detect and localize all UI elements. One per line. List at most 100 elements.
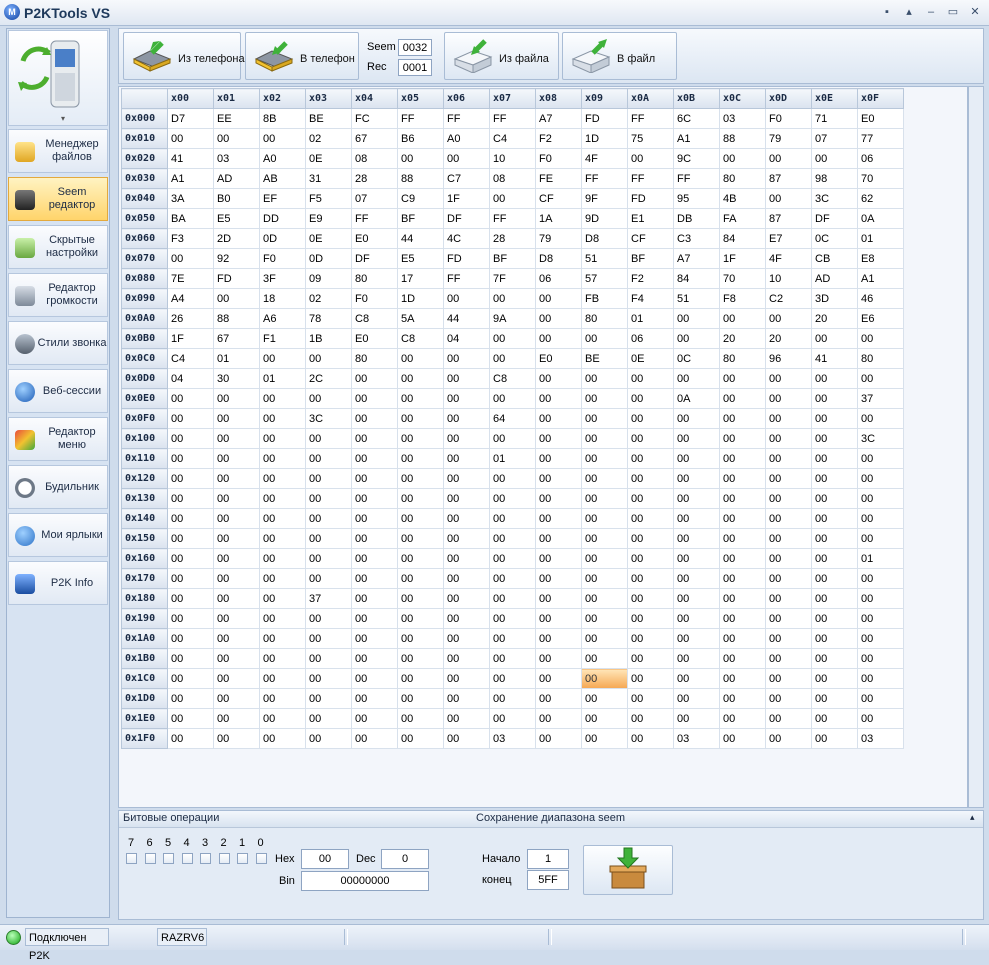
- column-header[interactable]: x02: [259, 88, 306, 109]
- hex-cell[interactable]: 67: [351, 128, 398, 149]
- hex-cell[interactable]: 00: [489, 628, 536, 649]
- hex-cell[interactable]: 00: [811, 648, 858, 669]
- hex-cell[interactable]: 00: [765, 148, 812, 169]
- hex-cell[interactable]: 06: [857, 148, 904, 169]
- hex-cell[interactable]: FF: [489, 108, 536, 129]
- hex-cell[interactable]: 00: [581, 648, 628, 669]
- hex-cell[interactable]: 10: [765, 268, 812, 289]
- hex-cell[interactable]: 00: [765, 528, 812, 549]
- hex-cell[interactable]: 03: [213, 148, 260, 169]
- hex-cell[interactable]: FD: [443, 248, 490, 269]
- sidebar-item-shortcuts[interactable]: Мои ярлыки: [8, 513, 108, 557]
- hex-cell[interactable]: 00: [351, 668, 398, 689]
- phone-panel[interactable]: ▾: [8, 30, 108, 126]
- hex-cell[interactable]: 00: [811, 408, 858, 429]
- range-start-input[interactable]: 1: [527, 849, 569, 869]
- hex-cell[interactable]: 00: [719, 548, 766, 569]
- hex-cell[interactable]: 00: [443, 368, 490, 389]
- hex-cell[interactable]: 00: [673, 448, 720, 469]
- hex-cell[interactable]: 00: [489, 608, 536, 629]
- hex-cell[interactable]: 06: [535, 268, 582, 289]
- hex-cell[interactable]: 1D: [581, 128, 628, 149]
- hex-cell[interactable]: 00: [305, 728, 352, 749]
- hex-cell[interactable]: 00: [535, 468, 582, 489]
- hex-cell[interactable]: 7F: [489, 268, 536, 289]
- hex-cell[interactable]: DD: [259, 208, 306, 229]
- hex-cell[interactable]: FA: [719, 208, 766, 229]
- hex-cell[interactable]: 00: [167, 568, 214, 589]
- hex-cell[interactable]: 1F: [719, 248, 766, 269]
- hex-cell[interactable]: 00: [351, 508, 398, 529]
- hex-cell[interactable]: 00: [213, 588, 260, 609]
- hex-cell[interactable]: BA: [167, 208, 214, 229]
- hex-cell[interactable]: 00: [581, 428, 628, 449]
- hex-cell[interactable]: FF: [489, 208, 536, 229]
- hex-cell[interactable]: 18: [259, 288, 306, 309]
- hex-cell[interactable]: 00: [489, 548, 536, 569]
- hex-cell[interactable]: FD: [581, 108, 628, 129]
- hex-cell[interactable]: 00: [305, 708, 352, 729]
- hex-cell[interactable]: 00: [167, 548, 214, 569]
- hex-cell[interactable]: 00: [673, 328, 720, 349]
- hex-cell[interactable]: 00: [213, 508, 260, 529]
- column-header[interactable]: x06: [443, 88, 490, 109]
- hex-cell[interactable]: 00: [719, 668, 766, 689]
- hex-cell[interactable]: 00: [811, 488, 858, 509]
- hex-cell[interactable]: 00: [581, 528, 628, 549]
- hex-cell[interactable]: 51: [581, 248, 628, 269]
- hex-cell[interactable]: 00: [535, 288, 582, 309]
- column-header[interactable]: x0E: [811, 88, 858, 109]
- hex-cell[interactable]: 07: [351, 188, 398, 209]
- hex-input[interactable]: 00: [301, 849, 349, 869]
- hex-cell[interactable]: 00: [167, 628, 214, 649]
- seem-input[interactable]: 0032: [398, 39, 432, 56]
- hex-cell[interactable]: 00: [857, 568, 904, 589]
- hex-cell[interactable]: 00: [397, 628, 444, 649]
- hex-cell[interactable]: 80: [581, 308, 628, 329]
- hex-cell[interactable]: 00: [167, 248, 214, 269]
- hex-cell[interactable]: 00: [627, 428, 674, 449]
- hex-cell[interactable]: B6: [397, 128, 444, 149]
- hex-cell[interactable]: 4F: [581, 148, 628, 169]
- hex-cell[interactable]: 00: [765, 668, 812, 689]
- hex-cell[interactable]: FD: [213, 268, 260, 289]
- hex-cell[interactable]: 20: [811, 308, 858, 329]
- hex-cell[interactable]: 00: [351, 708, 398, 729]
- hex-cell[interactable]: F0: [259, 248, 306, 269]
- hex-cell[interactable]: 62: [857, 188, 904, 209]
- hex-cell[interactable]: F2: [627, 268, 674, 289]
- hex-cell[interactable]: 28: [489, 228, 536, 249]
- sidebar-item-p2k-info[interactable]: P2K Info: [8, 561, 108, 605]
- hex-cell[interactable]: CB: [811, 248, 858, 269]
- hex-cell[interactable]: 00: [443, 548, 490, 569]
- hex-cell[interactable]: 00: [811, 328, 858, 349]
- hex-cell[interactable]: 00: [627, 688, 674, 709]
- hex-cell[interactable]: 84: [673, 268, 720, 289]
- hex-cell[interactable]: 00: [765, 308, 812, 329]
- hex-cell[interactable]: 80: [351, 268, 398, 289]
- hex-cell[interactable]: 03: [489, 728, 536, 749]
- hex-cell[interactable]: 08: [351, 148, 398, 169]
- hex-cell[interactable]: 00: [719, 728, 766, 749]
- hex-cell[interactable]: B0: [213, 188, 260, 209]
- hex-cell[interactable]: 00: [259, 348, 306, 369]
- hex-cell[interactable]: 00: [535, 628, 582, 649]
- hex-cell[interactable]: 00: [489, 348, 536, 369]
- hex-cell[interactable]: 00: [535, 528, 582, 549]
- hex-cell[interactable]: 00: [535, 388, 582, 409]
- hex-cell[interactable]: 00: [719, 528, 766, 549]
- hex-cell[interactable]: 00: [765, 688, 812, 709]
- vertical-scrollbar[interactable]: [968, 86, 984, 808]
- hex-cell[interactable]: A4: [167, 288, 214, 309]
- hex-cell[interactable]: 00: [719, 648, 766, 669]
- hex-cell[interactable]: 37: [857, 388, 904, 409]
- hex-cell[interactable]: A0: [259, 148, 306, 169]
- hex-cell[interactable]: 00: [259, 588, 306, 609]
- hex-cell[interactable]: 00: [719, 468, 766, 489]
- column-header[interactable]: x0D: [765, 88, 812, 109]
- sidebar-item-seem-editor[interactable]: Seem редактор: [8, 177, 108, 221]
- sidebar-item-web-sessions[interactable]: Веб-сессии: [8, 369, 108, 413]
- hex-cell[interactable]: E8: [857, 248, 904, 269]
- hex-cell[interactable]: 00: [811, 468, 858, 489]
- hex-cell[interactable]: 00: [719, 488, 766, 509]
